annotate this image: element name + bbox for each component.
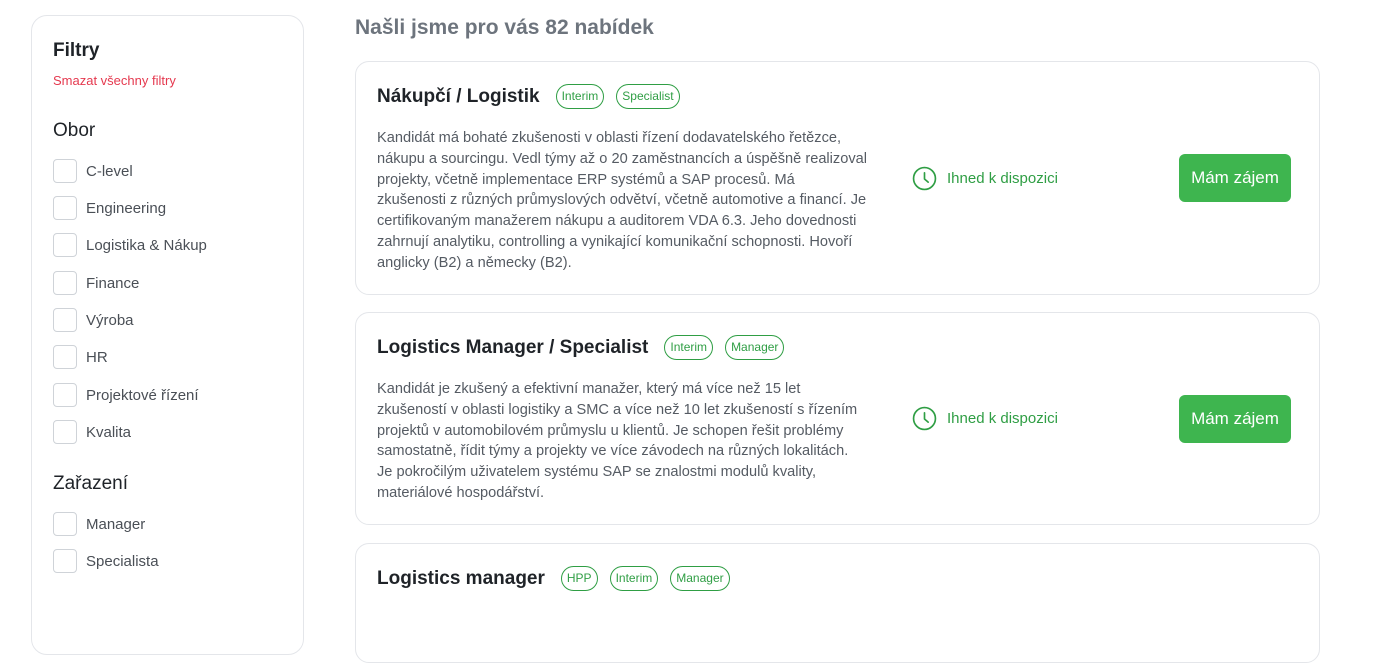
tag-badge: Interim [555,84,605,109]
filter-checkbox-hr[interactable]: HR [53,344,108,370]
checkbox-label: Finance [86,274,140,292]
checkbox-label: Engineering [86,199,167,217]
checkbox-label: Kvalita [86,423,132,441]
offer-card: Nákupčí / Logistik Interim Specialist Ka… [355,61,1320,295]
tag-badge: Specialist [616,84,680,109]
card-title-row: Nákupčí / Logistik Interim Specialist [377,84,692,109]
filter-checkbox-kvalita[interactable]: Kvalita [53,419,131,445]
card-title: Logistics manager [377,567,545,589]
interest-button[interactable]: Mám zájem [1179,154,1291,202]
card-title: Logistics Manager / Specialist [377,336,649,358]
checkbox[interactable] [53,512,77,536]
filter-checkbox-projektove-rizeni[interactable]: Projektové řízení [53,382,199,408]
tag-badge: Manager [670,566,730,591]
checkbox-label: Výroba [86,311,134,329]
tag-badge: Manager [725,335,785,360]
availability-label: Ihned k dispozici [947,410,1058,427]
checkbox-label: Manager [86,515,146,533]
card-title: Nákupčí / Logistik [377,85,540,107]
checkbox[interactable] [53,308,77,332]
card-description: Kandidát je zkušený a efektivní manažer,… [377,381,858,501]
checkbox[interactable] [53,159,77,183]
checkbox[interactable] [53,345,77,369]
checkbox[interactable] [53,420,77,444]
card-title-row: Logistics manager HPP Interim Manager [377,566,742,591]
availability-status: Ihned k dispozici [912,406,1058,431]
checkbox-label: C-level [86,162,133,180]
filter-checkbox-specialista[interactable]: Specialista [53,548,159,574]
section-title-zarazeni: Zařazení [53,473,128,494]
section-title-obor: Obor [53,120,96,141]
interest-button[interactable]: Mám zájem [1179,395,1291,443]
checkbox[interactable] [53,196,77,220]
filter-checkbox-vyroba[interactable]: Výroba [53,307,134,333]
offer-card: Logistics manager HPP Interim Manager [355,543,1320,663]
clock-icon [912,406,937,431]
filter-checkbox-finance[interactable]: Finance [53,270,139,296]
tag-badge: Interim [609,566,659,591]
checkbox[interactable] [53,549,77,573]
filter-sidebar: Filtry Smazat všechny filtry Obor C-leve… [31,15,304,655]
checkbox-label: HR [86,348,108,366]
filter-checkbox-manager[interactable]: Manager [53,511,145,537]
card-title-row: Logistics Manager / Specialist Interim M… [377,335,796,360]
clock-icon [912,166,937,191]
checkbox[interactable] [53,233,77,257]
clear-filters-link[interactable]: Smazat všechny filtry [53,73,176,88]
filter-checkbox-c-level[interactable]: C-level [53,158,133,184]
availability-label: Ihned k dispozici [947,170,1058,187]
checkbox-label: Logistika & Nákup [86,236,207,254]
filter-checkbox-engineering[interactable]: Engineering [53,195,166,221]
offer-card: Logistics Manager / Specialist Interim M… [355,312,1320,525]
checkbox[interactable] [53,271,77,295]
tag-badge: Interim [664,335,714,360]
filter-checkbox-logistika-nakup[interactable]: Logistika & Nákup [53,232,207,258]
results-count-heading: Našli jsme pro vás 82 nabídek [355,16,654,39]
tag-badge: HPP [560,566,598,591]
checkbox[interactable] [53,383,77,407]
card-description: Kandidát má bohaté zkušenosti v oblasti … [377,130,867,271]
filters-title: Filtry [53,40,100,61]
checkbox-label: Projektové řízení [86,386,199,404]
availability-status: Ihned k dispozici [912,166,1058,191]
checkbox-label: Specialista [86,552,159,570]
